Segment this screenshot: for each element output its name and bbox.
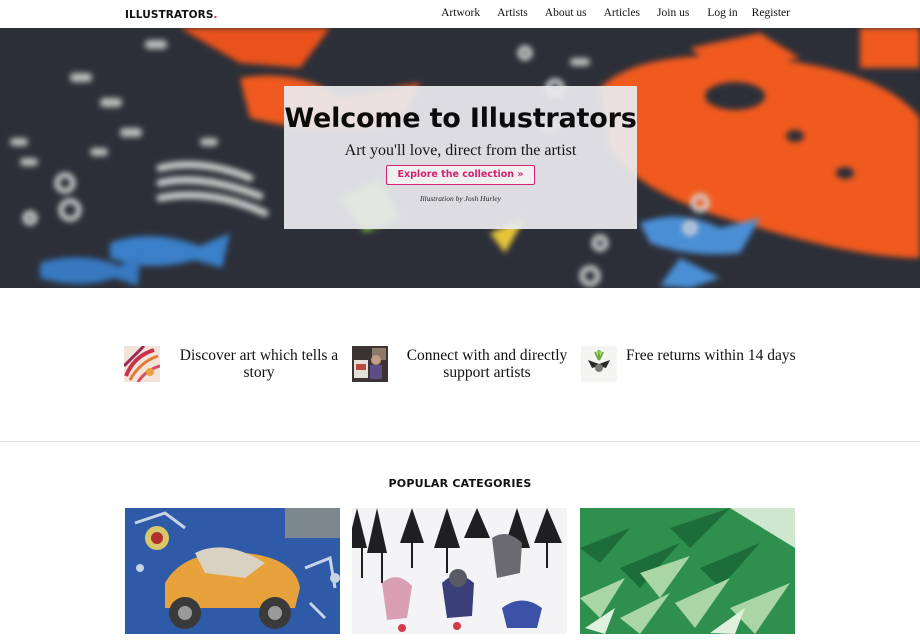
robot-car-illustration <box>125 508 340 634</box>
nav-link-register[interactable]: Register <box>752 7 790 19</box>
artist-photo-thumbnail <box>352 346 388 382</box>
nav-link-about-us[interactable]: About us <box>545 7 587 19</box>
nav-link-artists[interactable]: Artists <box>497 7 528 19</box>
feature-connect-text: Connect with and directly support artist… <box>406 347 568 381</box>
section-divider <box>0 441 920 442</box>
explore-collection-button[interactable]: Explore the collection » <box>385 165 536 185</box>
nav-links: Artwork Artists About us Articles Join u… <box>424 7 790 19</box>
site-logo[interactable]: ILLUSTRATORS. <box>125 9 218 21</box>
feature-discover: Discover art which tells a story <box>124 346 344 382</box>
hero-banner: Welcome to Illustrators Art you'll love,… <box>0 28 920 288</box>
category-card-3[interactable] <box>580 508 795 634</box>
category-card-2[interactable] <box>352 508 567 634</box>
feature-returns-text: Free returns within 14 days <box>626 347 796 364</box>
plant-bat-thumbnail <box>581 346 617 382</box>
top-nav: ILLUSTRATORS. Artwork Artists About us A… <box>0 0 920 28</box>
hero-illustration-credit: Illustration by Josh Hurley <box>419 194 502 203</box>
nav-link-artwork[interactable]: Artwork <box>441 7 480 19</box>
feature-connect: Connect with and directly support artist… <box>352 346 580 382</box>
features-section: Discover art which tells a story Connect… <box>0 288 920 441</box>
feature-discover-text: Discover art which tells a story <box>179 347 339 381</box>
popular-categories-heading: POPULAR CATEGORIES <box>388 477 532 490</box>
nav-link-join-us[interactable]: Join us <box>657 7 689 19</box>
winter-animals-illustration <box>352 508 567 634</box>
floral-pattern-thumbnail <box>124 346 160 382</box>
hero-title: Welcome to Illustrators <box>284 103 637 134</box>
hero-card: Welcome to Illustrators Art you'll love,… <box>284 86 637 229</box>
nav-link-log-in[interactable]: Log in <box>707 7 737 19</box>
feature-returns: Free returns within 14 days <box>581 346 826 382</box>
nav-link-articles[interactable]: Articles <box>604 7 640 19</box>
green-leaves-illustration <box>580 508 795 634</box>
category-card-1[interactable] <box>125 508 340 634</box>
hero-subtitle: Art you'll love, direct from the artist <box>344 142 577 159</box>
